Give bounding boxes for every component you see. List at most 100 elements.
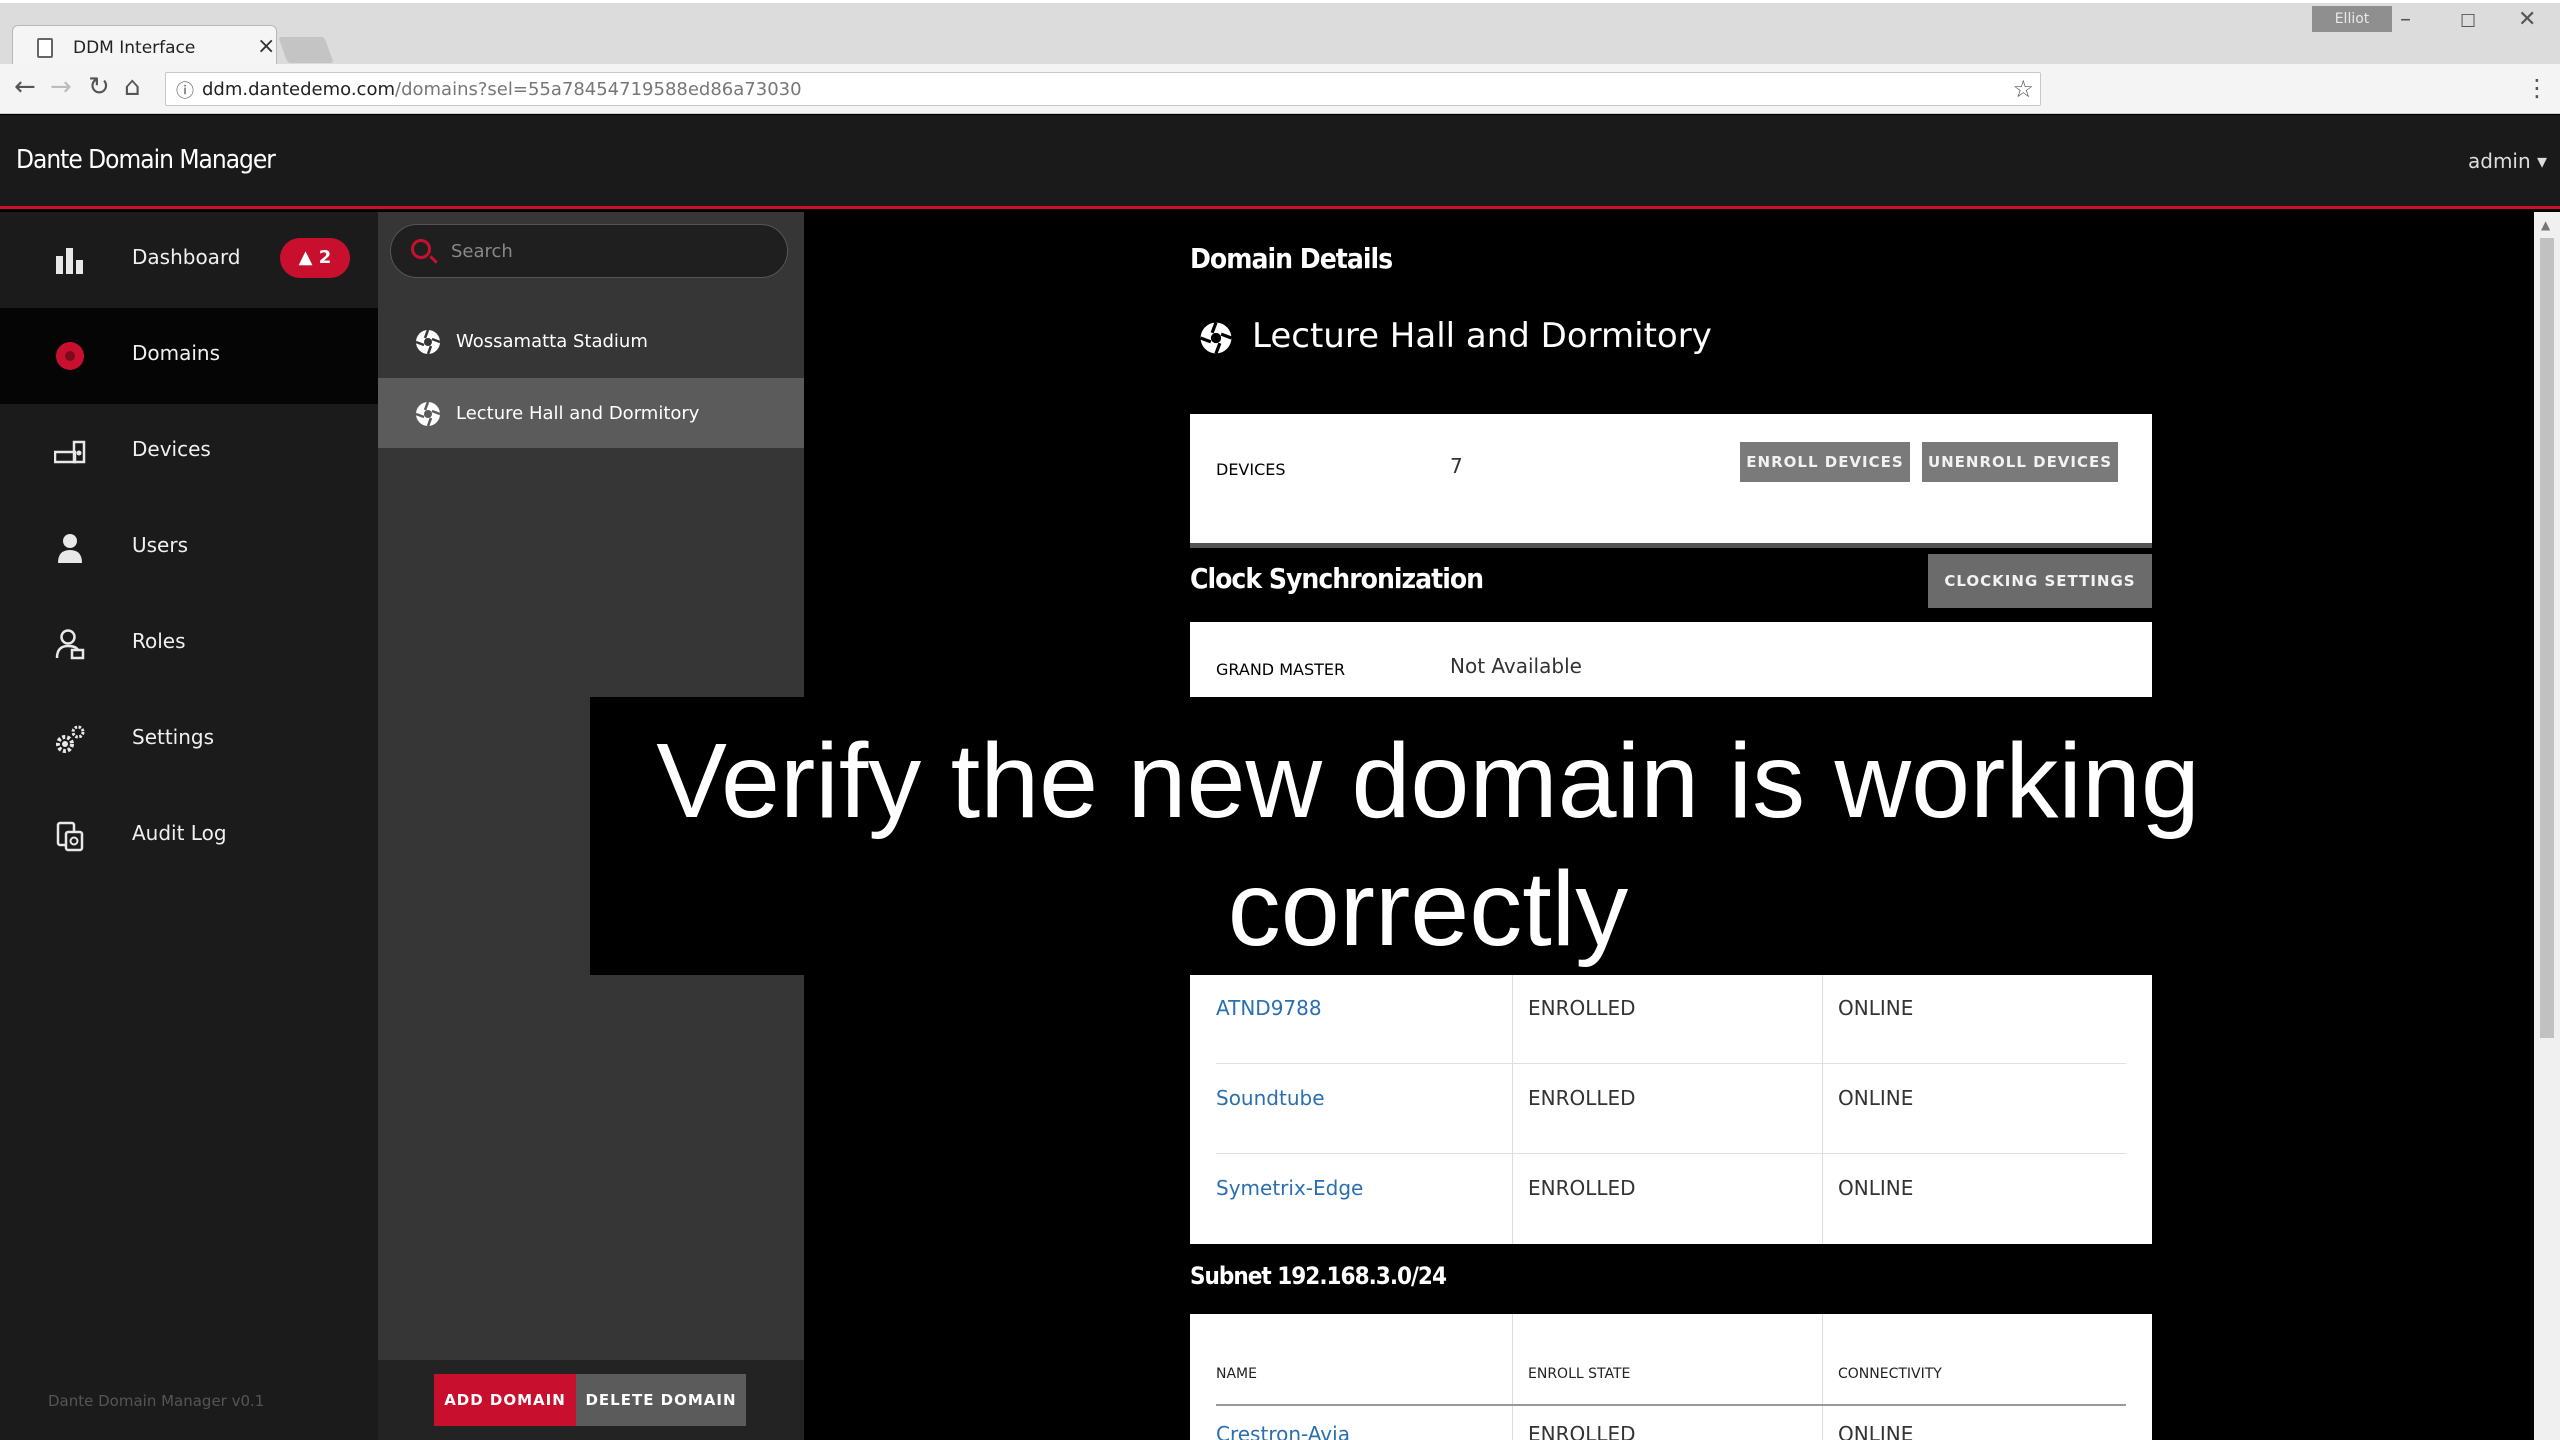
minimize-icon[interactable]: – — [2400, 7, 2411, 32]
browser-tab[interactable]: DDM Interface × — [12, 25, 277, 69]
domain-list-item[interactable]: Wossamatta Stadium — [378, 306, 804, 376]
sidebar-item-audit-log[interactable]: Audit Log — [0, 788, 378, 884]
home-icon[interactable]: ⌂ — [124, 72, 141, 102]
grand-master-value: Not Available — [1450, 654, 1582, 678]
column-header-name[interactable]: NAME — [1216, 1366, 1257, 1382]
sidebar-item-label: Dashboard — [132, 245, 241, 269]
sidebar-item-label: Users — [132, 533, 189, 557]
column-header-connectivity[interactable]: CONNECTIVITY — [1838, 1366, 1942, 1382]
subnet-heading: Subnet 192.168.3.0/24 — [1190, 1262, 1447, 1290]
domain-icon — [415, 329, 441, 355]
device-table: ATND9788 ENROLLED ONLINE Soundtube ENROL… — [1190, 974, 2152, 1244]
device-name-link[interactable]: Crestron-Avia — [1216, 1422, 1350, 1440]
bar-chart-icon — [56, 248, 83, 274]
audit-log-icon — [56, 821, 84, 852]
url-path: /domains?sel=55a78454719588ed86a73030 — [395, 79, 802, 100]
table-row: Symetrix-Edge ENROLLED ONLINE — [1190, 1154, 2152, 1244]
user-menu[interactable]: admin ▾ — [2468, 149, 2547, 173]
search-box[interactable] — [390, 224, 788, 278]
tab-close-icon[interactable]: × — [257, 34, 275, 59]
sidebar-item-label: Domains — [132, 341, 221, 365]
device-name-link[interactable]: ATND9788 — [1216, 996, 1322, 1020]
devices-icon — [54, 440, 86, 464]
domain-actions-bar: ADD DOMAIN DELETE DOMAIN — [378, 1360, 804, 1440]
sidebar-item-dashboard[interactable]: Dashboard ▲ 2 — [0, 212, 378, 308]
enroll-state: ENROLLED — [1528, 1422, 1636, 1440]
enroll-state: ENROLLED — [1528, 1176, 1636, 1200]
caption-overlay: Verify the new domain is working correct… — [590, 697, 2266, 975]
new-tab-button[interactable] — [278, 37, 334, 63]
connectivity: ONLINE — [1838, 996, 1914, 1020]
profile-chip[interactable]: Elliot — [2312, 6, 2392, 32]
domain-icon — [415, 401, 441, 427]
table-row: ATND9788 ENROLLED ONLINE — [1190, 974, 2152, 1064]
column-divider — [1822, 1314, 1823, 1440]
page-icon — [37, 38, 53, 58]
enroll-state: ENROLLED — [1528, 996, 1636, 1020]
delete-domain-button[interactable]: DELETE DOMAIN — [576, 1374, 746, 1426]
sidebar-item-domains[interactable]: Domains — [0, 308, 378, 404]
add-domain-button[interactable]: ADD DOMAIN — [434, 1374, 576, 1426]
sidebar: Dashboard ▲ 2 Domains Devices Users Role… — [0, 212, 378, 1440]
grand-master-label: GRAND MASTER — [1216, 660, 1346, 679]
roles-icon — [55, 629, 85, 660]
caption-text: Verify the new domain is working correct… — [656, 722, 2200, 968]
clocking-settings-button[interactable]: CLOCKING SETTINGS — [1928, 554, 2152, 608]
bookmark-star-icon[interactable]: ☆ — [2012, 75, 2034, 103]
domain-label: Lecture Hall and Dormitory — [456, 403, 700, 424]
sidebar-item-roles[interactable]: Roles — [0, 596, 378, 692]
sidebar-item-label: Audit Log — [132, 821, 227, 845]
app-header: Dante Domain Manager admin ▾ — [0, 115, 2560, 209]
connectivity: ONLINE — [1838, 1176, 1914, 1200]
search-icon — [411, 239, 431, 259]
sidebar-item-devices[interactable]: Devices — [0, 404, 378, 500]
clock-sync-heading: Clock Synchronization — [1190, 562, 1484, 595]
scroll-up-arrow-icon[interactable]: ▲ — [2541, 218, 2550, 232]
connectivity: ONLINE — [1838, 1422, 1914, 1440]
devices-count: 7 — [1450, 454, 1463, 478]
enroll-state: ENROLLED — [1528, 1086, 1636, 1110]
enroll-devices-button[interactable]: ENROLL DEVICES — [1740, 442, 1910, 482]
connectivity: ONLINE — [1838, 1086, 1914, 1110]
alert-badge[interactable]: ▲ 2 — [280, 238, 350, 278]
domain-label: Wossamatta Stadium — [456, 331, 648, 352]
sidebar-item-label: Settings — [132, 725, 215, 749]
search-input[interactable] — [451, 235, 771, 267]
unenroll-devices-button[interactable]: UNENROLL DEVICES — [1922, 442, 2118, 482]
table-row: Soundtube ENROLLED ONLINE — [1190, 1064, 2152, 1154]
page-scrollbar[interactable]: ▲ — [2534, 212, 2560, 1440]
domain-name: Lecture Hall and Dormitory — [1252, 316, 1712, 356]
column-header-enroll-state[interactable]: ENROLL STATE — [1528, 1366, 1630, 1382]
back-icon[interactable]: ← — [14, 72, 36, 102]
browser-toolbar: ← → ↻ ⌂ ⓘ ddm.dantedemo.com/domains?sel=… — [0, 64, 2560, 114]
window-close-icon[interactable]: ✕ — [2518, 7, 2536, 32]
sidebar-item-settings[interactable]: Settings — [0, 692, 378, 788]
devices-label: DEVICES — [1216, 460, 1286, 479]
maximize-icon[interactable]: ☐ — [2460, 11, 2476, 32]
domain-details-heading: Domain Details — [1190, 242, 1393, 275]
tab-title: DDM Interface — [73, 38, 196, 58]
url-host: ddm.dantedemo.com — [202, 79, 395, 100]
site-info-icon[interactable]: ⓘ — [176, 77, 194, 103]
scrollbar-thumb[interactable] — [2540, 238, 2554, 1038]
browser-menu-icon[interactable]: ⋮ — [2525, 74, 2549, 102]
column-divider — [1512, 1314, 1513, 1440]
gears-icon — [56, 725, 85, 753]
forward-icon[interactable]: → — [50, 72, 72, 102]
sidebar-item-label: Devices — [132, 437, 211, 461]
sidebar-item-label: Roles — [132, 629, 186, 653]
address-bar[interactable]: ⓘ ddm.dantedemo.com/domains?sel=55a78454… — [165, 72, 2041, 106]
browser-tab-strip: DDM Interface × Elliot – ☐ ✕ — [0, 0, 2560, 69]
url-text: ddm.dantedemo.com/domains?sel=55a7845471… — [202, 79, 802, 100]
sidebar-item-users[interactable]: Users — [0, 500, 378, 596]
user-icon — [58, 534, 82, 563]
device-name-link[interactable]: Soundtube — [1216, 1086, 1325, 1110]
version-label: Dante Domain Manager v0.1 — [48, 1392, 265, 1410]
app-title[interactable]: Dante Domain Manager — [16, 145, 276, 175]
subnet-table: NAME ENROLL STATE CONNECTIVITY Crestron-… — [1190, 1314, 2152, 1440]
domain-list-item-selected[interactable]: Lecture Hall and Dormitory — [378, 378, 804, 448]
header-divider — [1216, 1404, 2126, 1406]
reload-icon[interactable]: ↻ — [88, 72, 110, 102]
domain-icon — [56, 342, 84, 370]
device-name-link[interactable]: Symetrix-Edge — [1216, 1176, 1363, 1200]
